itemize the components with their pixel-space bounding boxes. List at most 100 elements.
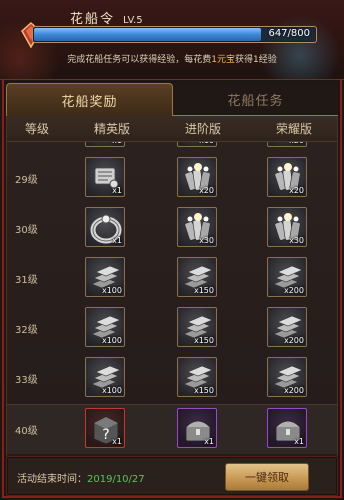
experience-progress-fill [34, 28, 261, 41]
title-row: 花船令 LV.5 [70, 8, 143, 27]
reward-row-level: 29级 [15, 175, 38, 186]
torch-icon: x20 [177, 157, 217, 197]
experience-hint: 完成花船任务可以获得经验，每花费1元宝获得1经验 [0, 52, 344, 65]
reward-quantity: x1 [112, 437, 122, 446]
steel-ingot-icon: x100 [85, 357, 125, 397]
torch-icon: x20 [267, 142, 307, 147]
reward-quantity: x100 [101, 336, 122, 345]
reward-quantity: x100 [101, 386, 122, 395]
reward-cell[interactable]: x1 [85, 142, 125, 147]
rewards-panel: 等级 精英版 进阶版 荣耀版 28级x1x10x2029级x1x20x2030级… [6, 116, 338, 456]
reward-row-level: 31级 [15, 275, 38, 286]
steel-ingot-icon: x100 [85, 257, 125, 297]
reward-cell[interactable]: x200 [267, 257, 307, 297]
reward-quantity: x20 [289, 186, 304, 195]
experience-progress-text: 647/800 [268, 28, 310, 39]
reward-quantity: x30 [289, 236, 304, 245]
treasure-chest-icon: x1 [267, 408, 307, 448]
reward-cell[interactable]: x200 [267, 357, 307, 397]
reward-row: 33级 x100 x150 x200 [7, 354, 337, 404]
steel-ingot-icon: x150 [177, 307, 217, 347]
reward-cell[interactable]: ? x1 [85, 408, 125, 448]
reward-cell[interactable]: x20 [177, 157, 217, 197]
reward-quantity: x30 [199, 236, 214, 245]
column-headers: 等级 精英版 进阶版 荣耀版 [7, 116, 337, 142]
reward-cell[interactable]: x30 [177, 207, 217, 247]
scroll-icon: x1 [85, 142, 125, 147]
level-label: LV.5 [123, 15, 143, 26]
reward-quantity: x150 [193, 286, 214, 295]
reward-list[interactable]: 28级x1x10x2029级x1x20x2030级x1x30x3031级x100… [7, 142, 337, 456]
column-header-advanced: 进阶版 [184, 122, 221, 136]
reward-cell[interactable]: x150 [177, 357, 217, 397]
reward-cell[interactable]: x30 [267, 207, 307, 247]
reward-cell[interactable]: x100 [85, 257, 125, 297]
reward-row-level: 30级 [15, 225, 38, 236]
reward-quantity: x20 [289, 142, 304, 145]
page-title: 花船令 [70, 12, 116, 27]
steel-ingot-icon: x100 [85, 307, 125, 347]
torch-icon: x30 [177, 207, 217, 247]
reward-quantity: x100 [101, 286, 122, 295]
reward-cell[interactable]: x20 [267, 142, 307, 147]
reward-quantity: x1 [204, 437, 214, 446]
claim-all-button[interactable]: 一键领取 [225, 463, 309, 491]
torch-icon: x20 [267, 157, 307, 197]
header: 花船令 LV.5 647/800 完成花船任务可以获得经验，每花费1元宝获得1经… [0, 0, 344, 80]
reward-quantity: x10 [199, 142, 214, 145]
scroll-icon: x1 [85, 157, 125, 197]
reward-quantity: x1 [112, 236, 122, 245]
reward-row: 30级 x1 x30 x30 [7, 204, 337, 254]
hint-prefix: 完成花船任务可以获得经验，每花费 [67, 55, 212, 65]
reward-cell[interactable]: x1 [267, 408, 307, 448]
steel-ingot-icon: x150 [177, 257, 217, 297]
column-header-glory: 荣耀版 [275, 122, 312, 136]
reward-row-level: 33级 [15, 375, 38, 386]
reward-quantity: x1 [112, 186, 122, 195]
mystery-box-icon: ? x1 [85, 408, 125, 448]
steel-ingot-icon: x200 [267, 257, 307, 297]
steel-ingot-icon: x150 [177, 357, 217, 397]
reward-row-level: 40级 [15, 426, 38, 437]
tab-bar: 花船奖励 花船任务 [6, 83, 338, 116]
steel-ingot-icon: x200 [267, 307, 307, 347]
reward-quantity: x20 [199, 186, 214, 195]
reward-quantity: x150 [193, 336, 214, 345]
footer-bar: 活动结束时间：2019/10/27 一键领取 [6, 456, 338, 496]
reward-quantity: x200 [283, 336, 304, 345]
reward-row: 31级 x100 x150 x200 [7, 254, 337, 304]
event-end-date: 2019/10/27 [87, 474, 145, 485]
reward-cell[interactable]: x200 [267, 307, 307, 347]
reward-cell[interactable]: x1 [177, 408, 217, 448]
torch-icon: x30 [267, 207, 307, 247]
reward-quantity: x150 [193, 386, 214, 395]
hint-highlight: 1元宝 [211, 55, 235, 65]
reward-cell[interactable]: x1 [85, 157, 125, 197]
reward-cell[interactable]: x150 [177, 257, 217, 297]
reward-cell[interactable]: x100 [85, 357, 125, 397]
reward-row: 40级? x1 x1 x1 [7, 404, 337, 454]
reward-cell[interactable]: x10 [177, 142, 217, 147]
reward-quantity: x200 [283, 386, 304, 395]
reward-quantity: x1 [294, 437, 304, 446]
event-end-time: 活动结束时间：2019/10/27 [17, 470, 145, 485]
reward-quantity: x1 [112, 142, 122, 145]
reward-cell[interactable]: x1 [85, 207, 125, 247]
svg-text:?: ? [102, 427, 109, 443]
ring-icon: x1 [85, 207, 125, 247]
reward-quantity: x200 [283, 286, 304, 295]
reward-cell[interactable]: x20 [267, 157, 307, 197]
reward-row: 28级x1x10x20 [7, 142, 337, 154]
reward-cell[interactable]: x150 [177, 307, 217, 347]
treasure-chest-icon: x1 [177, 408, 217, 448]
steel-ingot-icon: x200 [267, 357, 307, 397]
column-header-level: 等级 [24, 122, 49, 136]
reward-row-level: 32级 [15, 325, 38, 336]
column-header-elite: 精英版 [93, 122, 130, 136]
tab-tasks[interactable]: 花船任务 [173, 83, 338, 116]
torch-icon: x10 [177, 142, 217, 147]
tab-rewards[interactable]: 花船奖励 [6, 83, 173, 116]
reward-cell[interactable]: x100 [85, 307, 125, 347]
reward-row: 29级 x1 x20 x20 [7, 154, 337, 204]
event-end-label: 活动结束时间： [17, 474, 87, 485]
